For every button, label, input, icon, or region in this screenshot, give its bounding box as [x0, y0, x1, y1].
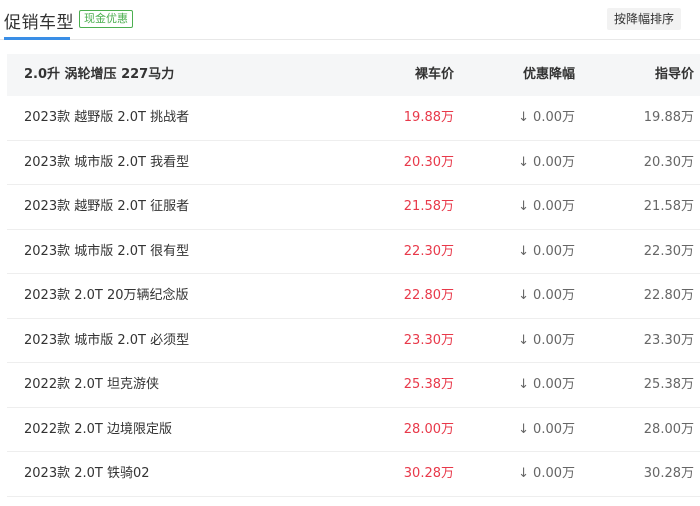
header-discount: 优惠降幅	[522, 67, 575, 82]
guide-price: 22.30万	[643, 243, 694, 259]
guide-price: 22.80万	[643, 288, 694, 303]
discount-cell: ↓ 0.00万	[518, 319, 575, 364]
discount-cell: ↓ 0.00万	[518, 408, 575, 453]
discount-value: 0.00万	[533, 377, 575, 392]
model-name[interactable]: 2023款 城市版 2.0T 我看型	[24, 141, 189, 186]
discount-cell: ↓ 0.00万	[518, 96, 575, 141]
header-engine-spec: 2.0升 涡轮增压 227马力	[24, 67, 175, 82]
table-row[interactable]: 2023款 2.0T 20万辆纪念版 22.80万 ↓ 0.00万 22.80万	[7, 274, 700, 319]
header-guide-price: 指导价	[654, 67, 694, 82]
model-name[interactable]: 2023款 城市版 2.0T 很有型	[24, 230, 189, 275]
table-header: 2.0升 涡轮增压 227马力 裸车价 优惠降幅 指导价	[7, 54, 700, 96]
bare-car-price: 22.80万	[403, 288, 454, 303]
bare-car-price: 20.30万	[403, 154, 454, 170]
model-name[interactable]: 2023款 越野版 2.0T 挑战者	[24, 96, 189, 141]
bare-car-price: 22.30万	[403, 243, 454, 259]
arrow-down-icon: ↓	[518, 243, 530, 259]
discount-cell: ↓ 0.00万	[518, 141, 575, 186]
model-name[interactable]: 2022款 2.0T 边境限定版	[24, 408, 172, 453]
bare-car-price: 30.28万	[403, 466, 454, 481]
table-row[interactable]: 2023款 越野版 2.0T 征服者 21.58万 ↓ 0.00万 21.58万	[7, 185, 700, 230]
discount-value: 0.00万	[533, 154, 575, 170]
header: 促销车型 现金优惠 按降幅排序	[0, 0, 700, 40]
guide-price: 25.38万	[643, 377, 694, 392]
discount-cell: ↓ 0.00万	[518, 230, 575, 275]
model-name[interactable]: 2023款 越野版 2.0T 征服者	[24, 185, 189, 230]
table-row[interactable]: 2023款 2.0T 铁骑02 30.28万 ↓ 0.00万 30.28万	[7, 452, 700, 497]
discount-value: 0.00万	[533, 288, 575, 303]
guide-price: 21.58万	[643, 199, 694, 214]
arrow-down-icon: ↓	[518, 332, 530, 348]
arrow-down-icon: ↓	[518, 110, 530, 125]
arrow-down-icon: ↓	[518, 377, 530, 392]
bare-car-price: 23.30万	[403, 332, 454, 348]
table-row[interactable]: 2023款 城市版 2.0T 很有型 22.30万 ↓ 0.00万 22.30万	[7, 230, 700, 275]
guide-price: 28.00万	[643, 421, 694, 437]
discount-value: 0.00万	[533, 110, 575, 125]
discount-value: 0.00万	[533, 243, 575, 259]
guide-price: 23.30万	[643, 332, 694, 348]
bare-car-price: 21.58万	[403, 199, 454, 214]
discount-value: 0.00万	[533, 466, 575, 481]
discount-value: 0.00万	[533, 332, 575, 348]
arrow-down-icon: ↓	[518, 421, 530, 437]
guide-price: 30.28万	[643, 466, 694, 481]
table-row[interactable]: 2022款 2.0T 坦克游侠 25.38万 ↓ 0.00万 25.38万	[7, 363, 700, 408]
table-row[interactable]: 2022款 2.0T 边境限定版 28.00万 ↓ 0.00万 28.00万	[7, 408, 700, 453]
arrow-down-icon: ↓	[518, 466, 530, 481]
table-row[interactable]: 2023款 越野版 2.0T 挑战者 19.88万 ↓ 0.00万 19.88万	[7, 96, 700, 141]
table-row[interactable]: 2023款 城市版 2.0T 我看型 20.30万 ↓ 0.00万 20.30万	[7, 141, 700, 186]
model-name[interactable]: 2022款 2.0T 坦克游侠	[24, 363, 159, 408]
discount-cell: ↓ 0.00万	[518, 185, 575, 230]
discount-value: 0.00万	[533, 199, 575, 214]
promo-table: 2.0升 涡轮增压 227马力 裸车价 优惠降幅 指导价 2023款 越野版 2…	[7, 54, 700, 497]
bare-car-price: 19.88万	[403, 110, 454, 125]
bare-car-price: 28.00万	[403, 421, 454, 437]
active-tab-indicator	[4, 37, 70, 40]
cash-discount-badge: 现金优惠	[79, 10, 133, 28]
model-name[interactable]: 2023款 城市版 2.0T 必须型	[24, 319, 189, 364]
tab-promo-models[interactable]: 促销车型	[4, 8, 74, 33]
discount-cell: ↓ 0.00万	[518, 452, 575, 497]
arrow-down-icon: ↓	[518, 199, 530, 214]
guide-price: 20.30万	[643, 154, 694, 170]
discount-cell: ↓ 0.00万	[518, 363, 575, 408]
model-name[interactable]: 2023款 2.0T 20万辆纪念版	[24, 274, 189, 319]
sort-by-discount-button[interactable]: 按降幅排序	[606, 8, 681, 30]
bare-car-price: 25.38万	[403, 377, 454, 392]
arrow-down-icon: ↓	[518, 154, 530, 170]
guide-price: 19.88万	[643, 110, 694, 125]
discount-value: 0.00万	[533, 421, 575, 437]
header-price: 裸车价	[414, 67, 454, 82]
discount-cell: ↓ 0.00万	[518, 274, 575, 319]
arrow-down-icon: ↓	[518, 288, 530, 303]
model-name[interactable]: 2023款 2.0T 铁骑02	[24, 452, 150, 497]
table-row[interactable]: 2023款 城市版 2.0T 必须型 23.30万 ↓ 0.00万 23.30万	[7, 319, 700, 364]
table-body: 2023款 越野版 2.0T 挑战者 19.88万 ↓ 0.00万 19.88万 2023…	[7, 96, 700, 497]
